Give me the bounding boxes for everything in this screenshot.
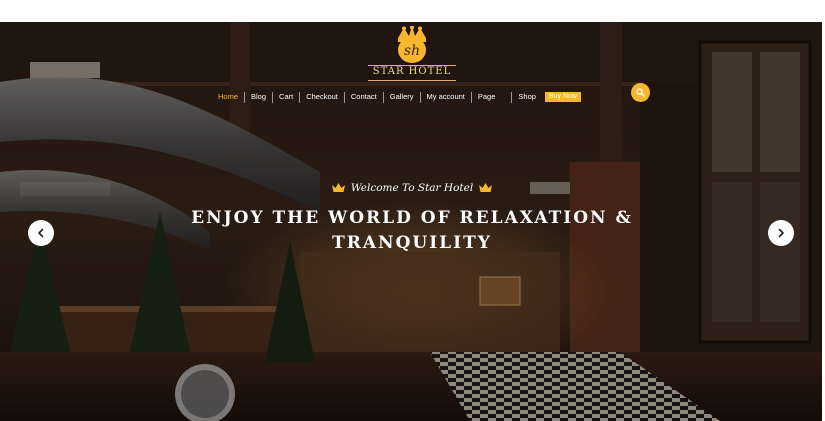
nav-item-contact[interactable]: Contact	[345, 91, 383, 103]
logo-name: STAR HOTEL	[372, 66, 452, 77]
nav-item-home[interactable]: Home	[212, 91, 244, 103]
search-button[interactable]	[631, 83, 650, 102]
main-nav: Home Blog Cart Checkout Contact Gallery …	[212, 90, 581, 104]
hero-headline-line-2: TRANQUILITY	[332, 233, 492, 253]
crown-icon: sh	[398, 26, 426, 63]
welcome-line: Welcome To Star Hotel	[300, 180, 524, 196]
nav-item-page[interactable]: Page	[472, 91, 502, 103]
chevron-right-icon	[778, 228, 784, 238]
top-margin	[0, 0, 825, 22]
nav-item-checkout[interactable]: Checkout	[300, 91, 344, 103]
nav-item-cart[interactable]: Cart	[273, 91, 299, 103]
crown-icon	[331, 183, 345, 192]
slider-next-button[interactable]	[768, 220, 794, 246]
page: sh STAR HOTEL Home Blog Cart Checkout Co…	[0, 0, 825, 421]
site-logo[interactable]: sh STAR HOTEL	[362, 26, 462, 84]
hero-slider: sh STAR HOTEL Home Blog Cart Checkout Co…	[0, 22, 822, 421]
crown-icon	[479, 183, 493, 192]
search-icon	[636, 88, 645, 97]
nav-item-blog[interactable]: Blog	[245, 91, 272, 103]
nav-item-shop[interactable]: Shop	[512, 91, 542, 103]
nav-item-gallery[interactable]: Gallery	[384, 91, 420, 103]
slider-prev-button[interactable]	[28, 220, 54, 246]
chevron-left-icon	[38, 228, 44, 238]
hero-headline: ENJOY THE WORLD OF RELAXATION & TRANQUIL…	[180, 206, 644, 256]
logo-monogram: sh	[404, 43, 420, 59]
hero-headline-line-1: ENJOY THE WORLD OF RELAXATION &	[191, 208, 633, 228]
logo-rule-bottom	[368, 80, 456, 81]
welcome-text: Welcome To Star Hotel	[350, 182, 474, 194]
buy-now-button[interactable]: Buy Now	[544, 92, 581, 102]
nav-item-my-account[interactable]: My account	[421, 91, 471, 103]
